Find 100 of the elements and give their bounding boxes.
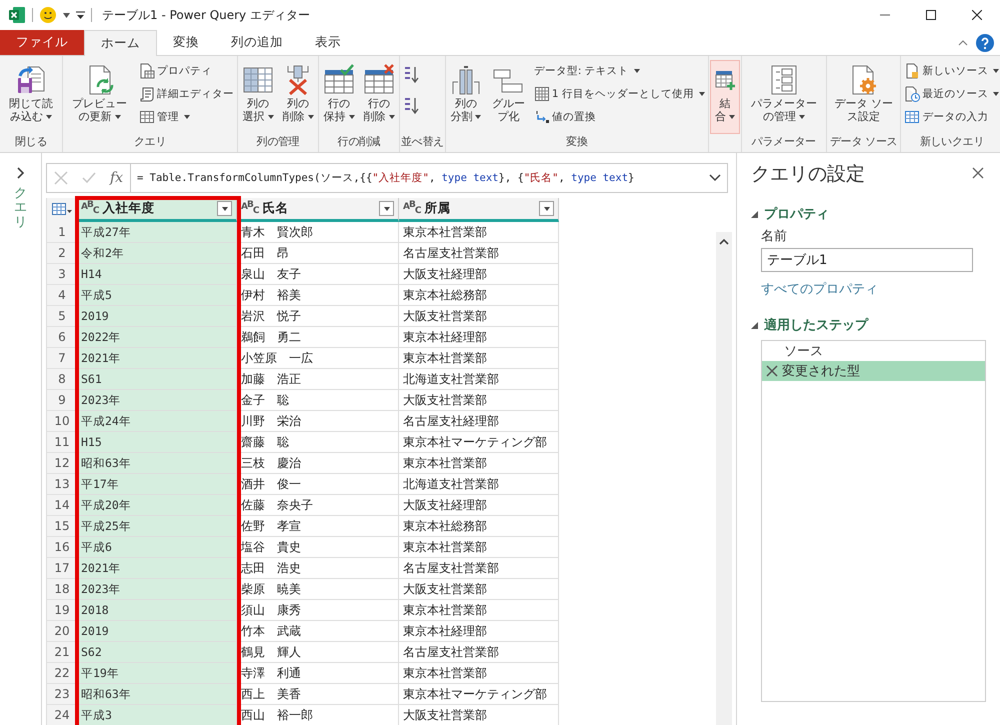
ribbon-button[interactable]: 列の分割 (446, 60, 485, 134)
text-type-icon[interactable]: ABC (403, 202, 420, 216)
group-label: 並べ替え (401, 135, 444, 148)
ribbon-button[interactable]: 列の選択 (239, 60, 277, 134)
row-number: 17 (47, 558, 77, 579)
table-cell: 東京本社経理部 (399, 327, 559, 348)
spreadsheet-app-icon (8, 6, 26, 24)
table-cell: 東京本社営業部 (399, 600, 559, 621)
table-cell: H15 (77, 432, 237, 453)
ribbon-button[interactable]: 管理 (137, 106, 236, 128)
applied-step[interactable]: 変更された型 (762, 361, 985, 381)
table-cell: 東京本社マーケティング部 (399, 432, 559, 453)
help-icon[interactable] (976, 34, 994, 52)
ribbon-button[interactable]: 行の保持 (320, 60, 358, 134)
ribbon-button[interactable]: 行の削除 (360, 60, 398, 134)
table-cell: 2022年 (77, 327, 237, 348)
section-title[interactable]: 適用したステップ (764, 316, 868, 334)
smiley-icon[interactable] (39, 6, 57, 24)
ribbon-button[interactable]: 1 行目をヘッダーとして使用 (532, 83, 707, 105)
row-number: 20 (47, 621, 77, 642)
row-number: 14 (47, 495, 77, 516)
collapse-triangle-icon[interactable] (751, 210, 758, 218)
row-number: 8 (47, 369, 77, 390)
table-cell: 2021年 (77, 348, 237, 369)
filter-button[interactable] (379, 201, 394, 216)
text-type-icon[interactable]: ABC (241, 202, 258, 216)
table-cell: 名古屋支社営業部 (399, 642, 559, 663)
all-properties-link[interactable]: すべてのプロパティ (761, 280, 986, 298)
table-cell: 2023年 (77, 579, 237, 600)
ribbon-button[interactable]: プレビューの更新 (64, 60, 135, 134)
table-menu-icon[interactable] (52, 202, 72, 216)
table-cell: 東京本社営業部 (399, 537, 559, 558)
row-number: 11 (47, 432, 77, 453)
row-number: 4 (47, 285, 77, 306)
group-label: クエリ (134, 135, 166, 148)
filter-button[interactable] (539, 201, 554, 216)
ribbon-button[interactable]: 値の置換 (532, 106, 707, 128)
table-cell: 寺澤 利通 (237, 663, 399, 684)
column-header[interactable]: ABC 入社年度 (77, 198, 237, 222)
queries-pane-label[interactable]: クエリ (14, 187, 27, 230)
collapse-triangle-icon[interactable] (751, 322, 758, 328)
table-cell: 塩谷 貴史 (237, 537, 399, 558)
table-cell: 北海道支社営業部 (399, 369, 559, 390)
row-number: 15 (47, 516, 77, 537)
table-cell: 令和2年 (77, 243, 237, 264)
group-label: 新しいクエリ (920, 135, 984, 148)
group-label: データ ソース (830, 135, 898, 148)
name-field[interactable]: テーブル1 (761, 248, 973, 272)
customize-toolbar-icon[interactable] (76, 10, 85, 20)
row-number: 7 (47, 348, 77, 369)
delete-step-icon[interactable] (766, 365, 778, 377)
maximize-icon[interactable] (926, 10, 936, 20)
table-cell: 東京本社営業部 (399, 348, 559, 369)
table-cell: 西上 美香 (237, 684, 399, 705)
ribbon-tab[interactable]: 列の追加 (215, 30, 299, 55)
table-cell: 東京本社営業部 (399, 222, 559, 243)
table-cell: 東京本社総務部 (399, 516, 559, 537)
table-cell: 川野 栄治 (237, 411, 399, 432)
table-cell: 金子 聡 (237, 390, 399, 411)
collapse-ribbon-icon[interactable] (958, 40, 968, 46)
applied-step[interactable]: ソース (762, 341, 985, 361)
table-cell: 名古屋支社営業部 (399, 558, 559, 579)
ribbon-tab[interactable]: ホーム (84, 30, 157, 56)
column-name: 氏名 (262, 200, 290, 217)
table-cell: 竹本 武蔵 (237, 621, 399, 642)
table-cell: 平成27年 (77, 222, 237, 243)
ribbon-button[interactable]: プロパティ (137, 60, 236, 82)
table-cell: 岩沢 悦子 (237, 306, 399, 327)
ribbon-button[interactable]: 詳細エディター (137, 83, 236, 105)
close-icon[interactable] (972, 10, 982, 20)
filter-button[interactable] (217, 201, 232, 216)
table-cell: 青木 賢次郎 (237, 222, 399, 243)
ribbon-button[interactable]: 新しいソース (902, 60, 1000, 82)
group-label: 変換 (566, 135, 588, 148)
table-cell: 平成24年 (77, 411, 237, 432)
ribbon-button[interactable]: 閉じて読み込む (1, 60, 61, 134)
caret-icon[interactable] (63, 12, 70, 18)
table-cell: 大阪支社経理部 (399, 264, 559, 285)
ribbon-button[interactable]: データ型: テキスト (532, 60, 707, 82)
ribbon-tab[interactable]: 表示 (299, 30, 357, 55)
table-cell: 石田 昂 (237, 243, 399, 264)
ribbon-button[interactable]: データの入力 (902, 106, 1000, 128)
ribbon-button[interactable]: 結合 (710, 60, 740, 134)
expand-chevron-icon[interactable] (16, 167, 24, 179)
table-cell: 大阪支社営業部 (399, 390, 559, 411)
ribbon-tab[interactable]: 変換 (157, 30, 215, 55)
text-type-icon[interactable]: ABC (81, 202, 98, 216)
scroll-up-icon[interactable] (719, 238, 729, 245)
new-source-icon (904, 63, 920, 79)
table-cell: 平17年 (77, 474, 237, 495)
scrollbar[interactable] (716, 232, 732, 725)
ribbon-tab[interactable]: ファイル (0, 30, 84, 55)
column-header[interactable]: ABC 所属 (399, 198, 559, 222)
section-title[interactable]: プロパティ (764, 205, 829, 223)
ribbon-button[interactable]: データ ソース設定 (828, 60, 900, 134)
ribbon-button[interactable]: グループ化 (486, 60, 530, 134)
ribbon-button[interactable]: 列の削除 (279, 60, 317, 134)
table-cell: 2021年 (77, 558, 237, 579)
ribbon-button[interactable]: 最近のソース (902, 83, 1000, 105)
ribbon-button[interactable]: パラメーターの管理 (742, 60, 825, 134)
